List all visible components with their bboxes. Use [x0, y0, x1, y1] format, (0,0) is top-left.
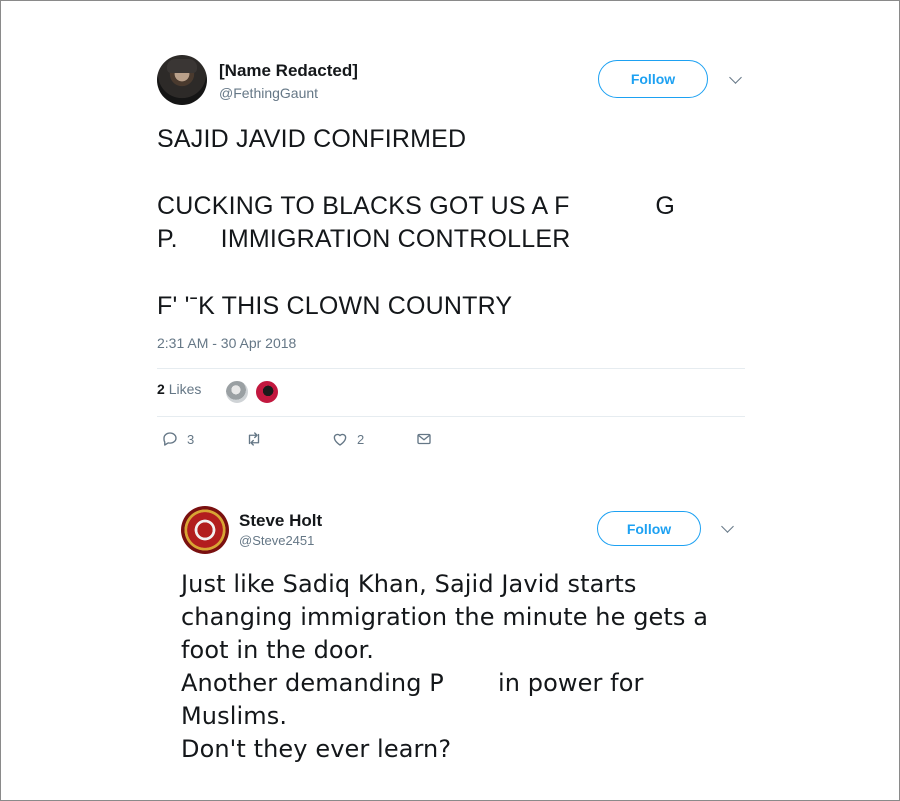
- reply-count: 3: [187, 431, 195, 447]
- like-action[interactable]: 2: [331, 430, 364, 448]
- tweet-actions: 3 2: [161, 430, 461, 450]
- reply-action[interactable]: 3: [161, 430, 194, 448]
- tweet-timestamp[interactable]: 2:31 AM - 30 Apr 2018: [157, 335, 296, 351]
- tweet-line: F' 'ˉK THIS CLOWN COUNTRY: [157, 292, 513, 320]
- tweet-line: SAJID JAVID CONFIRMED: [157, 125, 467, 153]
- retweet-icon: [248, 432, 260, 446]
- avatar[interactable]: [157, 55, 207, 105]
- divider: [157, 368, 745, 369]
- tweet-line: changing immigration the minute he gets …: [181, 603, 709, 631]
- direct-message-action[interactable]: [415, 430, 433, 448]
- tweet-line: Don't they ever learn?: [181, 735, 452, 763]
- tweet-text: Just like Sadiq Khan, Sajid Javid starts…: [181, 568, 741, 766]
- heart-icon: [333, 433, 347, 446]
- tweet-line: CUCKING TO BLACKS GOT US A F G: [157, 192, 676, 220]
- author-name[interactable]: Steve Holt: [239, 511, 322, 531]
- reply-icon: [163, 432, 177, 446]
- avatar[interactable]: [181, 506, 229, 554]
- likes-label: Likes: [168, 381, 202, 397]
- author-name[interactable]: [Name Redacted]: [219, 61, 358, 81]
- author-handle[interactable]: @FethingGaunt: [219, 85, 318, 101]
- liker-avatar[interactable]: [254, 379, 280, 405]
- author-handle[interactable]: @Steve2451: [239, 533, 314, 548]
- tweet-line: Just like Sadiq Khan, Sajid Javid starts: [181, 570, 637, 598]
- likes-count: 2: [157, 381, 165, 397]
- tweet-line: Muslims.: [181, 702, 288, 730]
- tweet-text: SAJID JAVID CONFIRMED CUCKING TO BLACKS …: [157, 123, 747, 320]
- like-count: 2: [357, 431, 365, 447]
- envelope-icon: [417, 433, 431, 445]
- likes-summary[interactable]: 2 Likes: [157, 381, 201, 397]
- tweet-line: Another demanding P in power for: [181, 669, 644, 697]
- retweet-action[interactable]: [245, 430, 271, 448]
- tweet-line: foot in the door.: [181, 636, 374, 664]
- tweet-line: P. IMMIGRATION CONTROLLER: [157, 225, 571, 253]
- follow-button[interactable]: Follow: [597, 511, 701, 546]
- follow-button[interactable]: Follow: [598, 60, 708, 98]
- liker-avatar[interactable]: [224, 379, 250, 405]
- divider: [157, 416, 745, 417]
